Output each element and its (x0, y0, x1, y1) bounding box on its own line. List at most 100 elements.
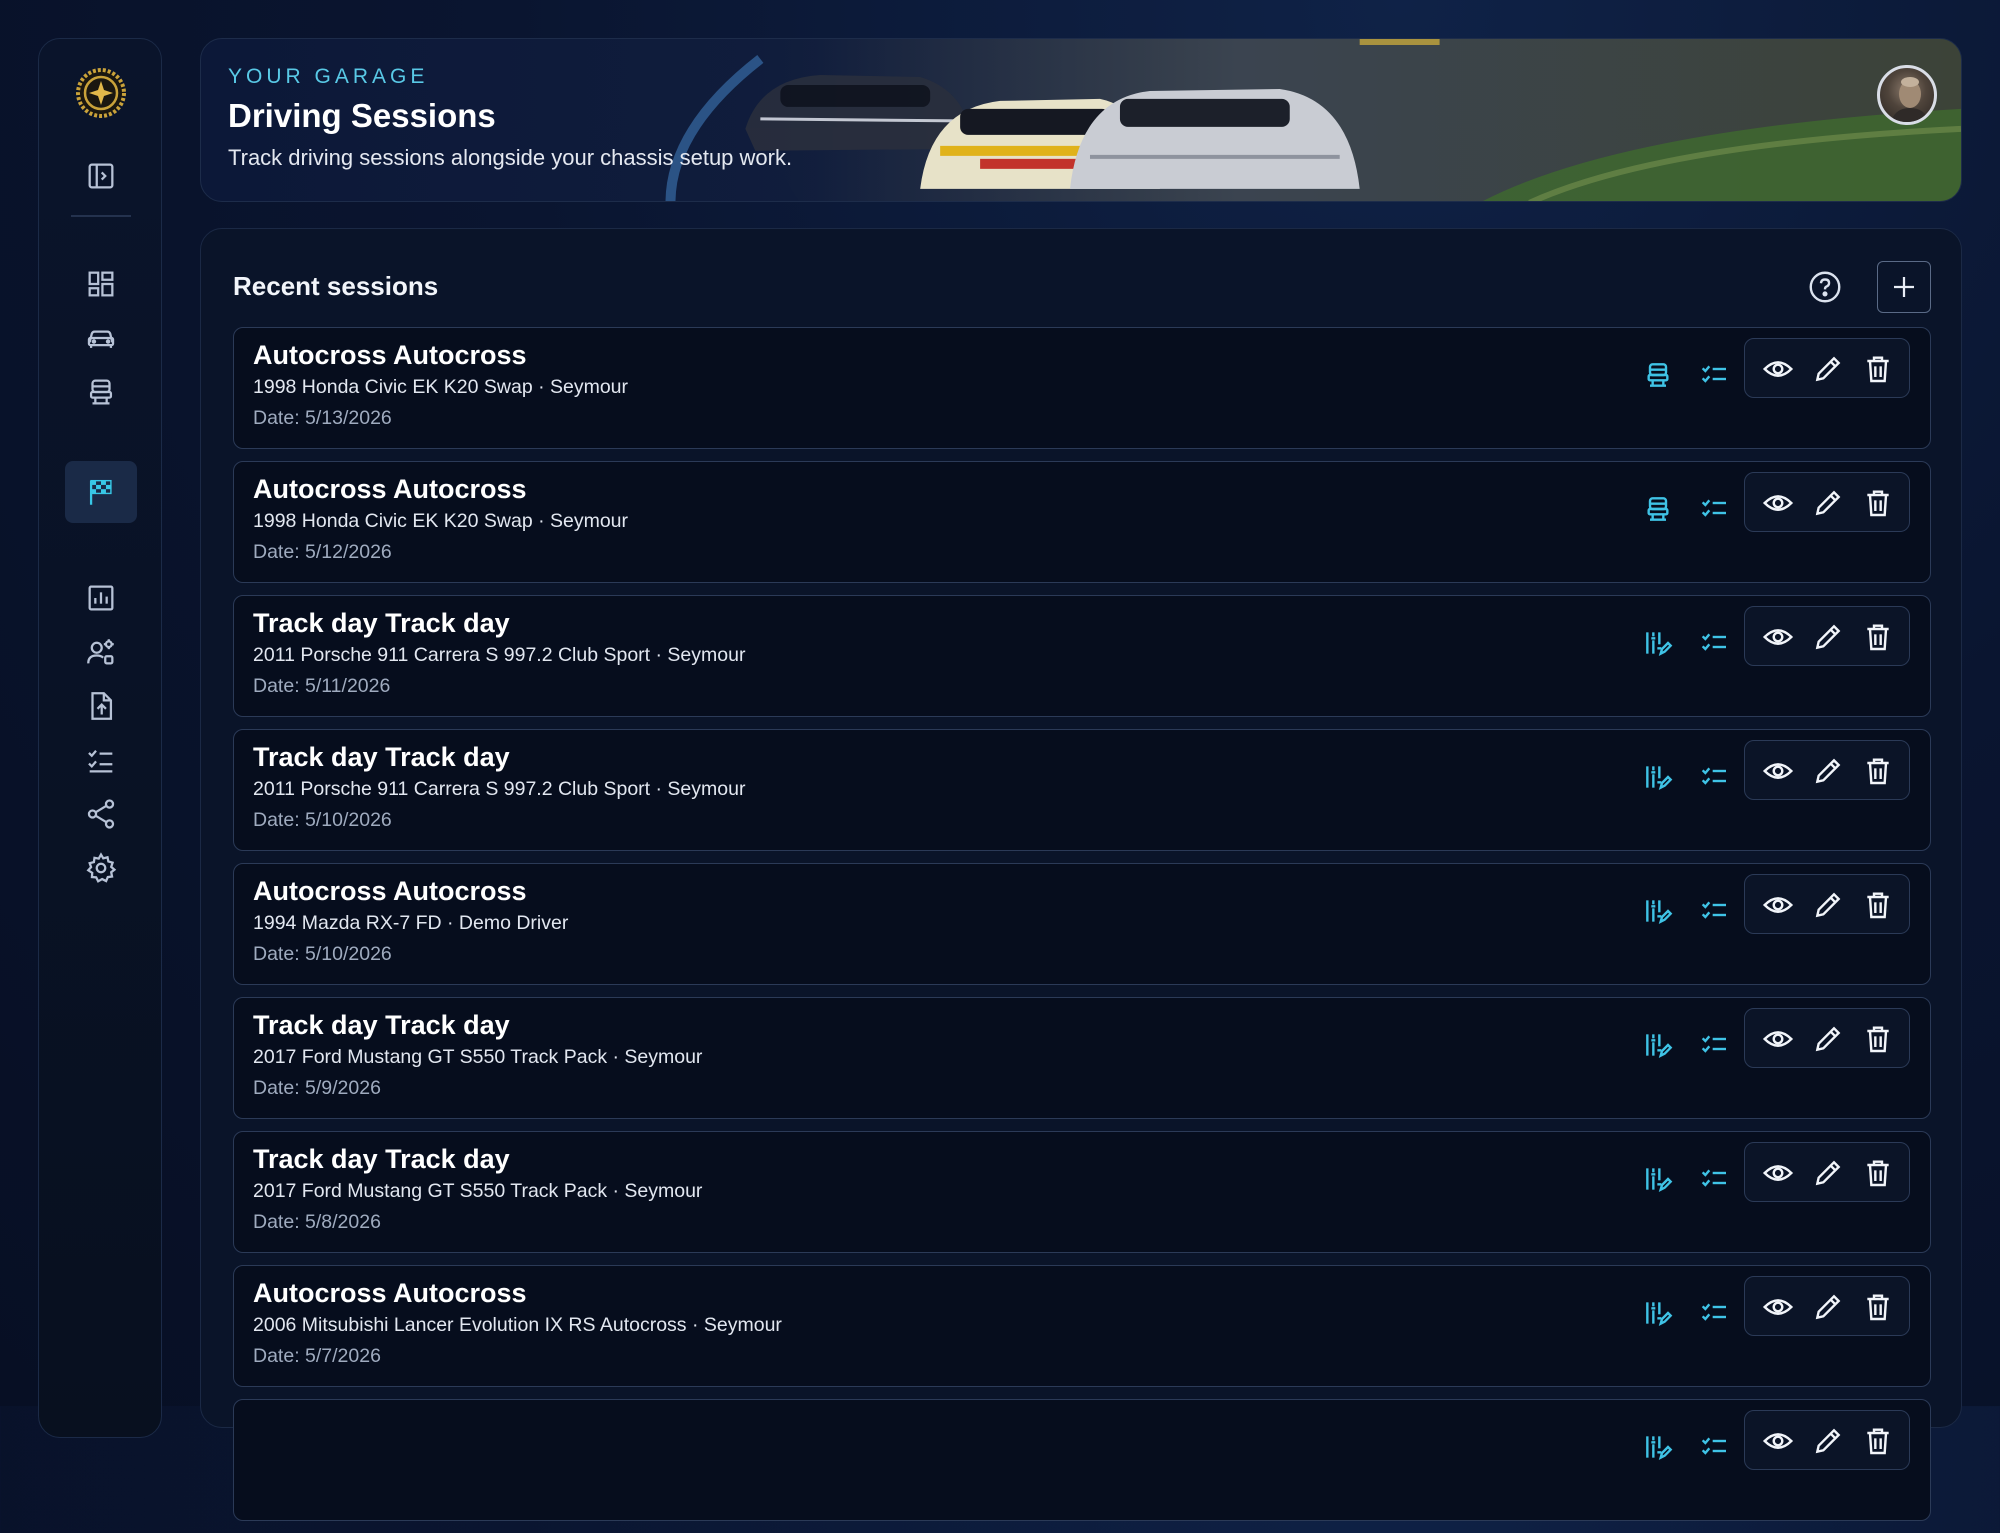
delete-button[interactable] (1859, 1154, 1897, 1192)
pencil-icon (1815, 356, 1841, 382)
setup-edit-icon[interactable] (1636, 1291, 1680, 1335)
checklist-icon[interactable] (1692, 487, 1736, 531)
view-button[interactable] (1759, 752, 1797, 790)
seat-icon[interactable] (1636, 353, 1680, 397)
sidebar (38, 38, 162, 1438)
delete-button[interactable] (1859, 484, 1897, 522)
hero-banner: YOUR GARAGE Driving Sessions Track drivi… (200, 38, 1962, 202)
view-button[interactable] (1759, 1422, 1797, 1460)
session-car: 2017 Ford Mustang GT S550 Track Pack · S… (253, 1180, 703, 1202)
trash-icon (1867, 1294, 1889, 1321)
checklist-icon[interactable] (1692, 1425, 1736, 1469)
delete-button[interactable] (1859, 1422, 1897, 1460)
session-row[interactable]: Autocross Autocross 1998 Honda Civic EK … (233, 327, 1931, 449)
session-title: Track day Track day (253, 608, 510, 638)
edit-button[interactable] (1809, 1422, 1847, 1460)
session-row[interactable]: Track day Track day 2011 Porsche 911 Car… (233, 729, 1931, 851)
file-upload-icon (91, 692, 113, 720)
checklist-icon[interactable] (1692, 353, 1736, 397)
edit-button[interactable] (1809, 1020, 1847, 1058)
setup-edit-icon[interactable] (1636, 1157, 1680, 1201)
eye-icon (1762, 495, 1794, 511)
pencil-icon (1815, 1026, 1841, 1052)
session-row[interactable]: Autocross Autocross 2006 Mitsubishi Lanc… (233, 1265, 1931, 1387)
delete-button[interactable] (1859, 350, 1897, 388)
trash-icon (1867, 356, 1889, 383)
user-avatar[interactable] (1877, 65, 1937, 125)
session-title: Track day Track day (253, 742, 510, 772)
delete-button[interactable] (1859, 886, 1897, 924)
eye-icon (1762, 1433, 1794, 1449)
sidebar-toggle-icon[interactable] (65, 145, 137, 207)
view-button[interactable] (1759, 350, 1797, 388)
help-button[interactable] (1807, 269, 1843, 305)
checklist-icon[interactable] (1692, 889, 1736, 933)
eye-icon (1762, 361, 1794, 377)
session-date: Date: 5/12/2026 (253, 541, 392, 563)
session-row[interactable]: Track day Track day 2017 Ford Mustang GT… (233, 997, 1931, 1119)
sidebar-item-share[interactable] (65, 783, 137, 845)
view-button[interactable] (1759, 1154, 1797, 1192)
sidebar-item-sessions[interactable] (65, 461, 137, 523)
session-title: Autocross Autocross (253, 1278, 527, 1308)
delete-button[interactable] (1859, 1020, 1897, 1058)
setup-edit-icon[interactable] (1636, 1425, 1680, 1469)
sidebar-item-seat[interactable] (65, 361, 137, 423)
session-row[interactable]: Track day Track day 2017 Ford Mustang GT… (233, 1131, 1931, 1253)
edit-button[interactable] (1809, 752, 1847, 790)
sidebar-item-dashboard[interactable] (65, 253, 137, 315)
session-date: Date: 5/11/2026 (253, 675, 391, 697)
setup-edit-icon[interactable] (1636, 621, 1680, 665)
add-session-button[interactable] (1877, 261, 1931, 313)
setup-edit-icon[interactable] (1636, 889, 1680, 933)
pencil-icon (1815, 490, 1841, 516)
sidebar-item-export[interactable] (65, 675, 137, 737)
sidebar-item-drivers[interactable] (65, 621, 137, 683)
checklist-icon[interactable] (1692, 1291, 1736, 1335)
pencil-icon (1815, 624, 1841, 650)
sidebar-item-checklists[interactable] (65, 729, 137, 791)
edit-button[interactable] (1809, 886, 1847, 924)
view-button[interactable] (1759, 1288, 1797, 1326)
checklist-icon[interactable] (1692, 621, 1736, 665)
row-actions (1744, 472, 1910, 532)
eye-icon (1762, 1031, 1794, 1047)
row-actions (1744, 1276, 1910, 1336)
view-button[interactable] (1759, 618, 1797, 656)
session-title: Track day Track day (253, 1144, 510, 1174)
checklist-icon[interactable] (1692, 1023, 1736, 1067)
row-actions (1744, 1008, 1910, 1068)
delete-button[interactable] (1859, 618, 1897, 656)
seat-icon[interactable] (1636, 487, 1680, 531)
session-title: Track day Track day (253, 1010, 510, 1040)
pencil-icon (1815, 1428, 1841, 1454)
edit-button[interactable] (1809, 1288, 1847, 1326)
setup-edit-icon[interactable] (1636, 1023, 1680, 1067)
edit-button[interactable] (1809, 350, 1847, 388)
brand-logo-icon[interactable] (75, 67, 127, 119)
session-row[interactable]: Autocross Autocross 1998 Honda Civic EK … (233, 461, 1931, 583)
checkered-flag-icon (89, 479, 112, 505)
eye-icon (1762, 897, 1794, 913)
checklist-icon[interactable] (1692, 755, 1736, 799)
view-button[interactable] (1759, 1020, 1797, 1058)
view-button[interactable] (1759, 886, 1797, 924)
session-car: 1994 Mazda RX-7 FD · Demo Driver (253, 912, 569, 934)
sidebar-item-settings[interactable] (65, 837, 137, 899)
checklist-icon[interactable] (1692, 1157, 1736, 1201)
session-car: 2006 Mitsubishi Lancer Evolution IX RS A… (253, 1314, 782, 1336)
edit-button[interactable] (1809, 484, 1847, 522)
session-row[interactable]: Track day Track day 2011 Porsche 911 Car… (233, 595, 1931, 717)
sidebar-item-reports[interactable] (65, 567, 137, 629)
plus-icon (1894, 277, 1914, 297)
edit-button[interactable] (1809, 1154, 1847, 1192)
view-button[interactable] (1759, 484, 1797, 522)
session-row[interactable]: Autocross Autocross 1994 Mazda RX-7 FD ·… (233, 863, 1931, 985)
session-row[interactable] (233, 1399, 1931, 1521)
sidebar-item-cars[interactable] (65, 307, 137, 369)
setup-edit-icon[interactable] (1636, 755, 1680, 799)
edit-button[interactable] (1809, 618, 1847, 656)
session-car: 1998 Honda Civic EK K20 Swap · Seymour (253, 376, 629, 398)
delete-button[interactable] (1859, 1288, 1897, 1326)
delete-button[interactable] (1859, 752, 1897, 790)
